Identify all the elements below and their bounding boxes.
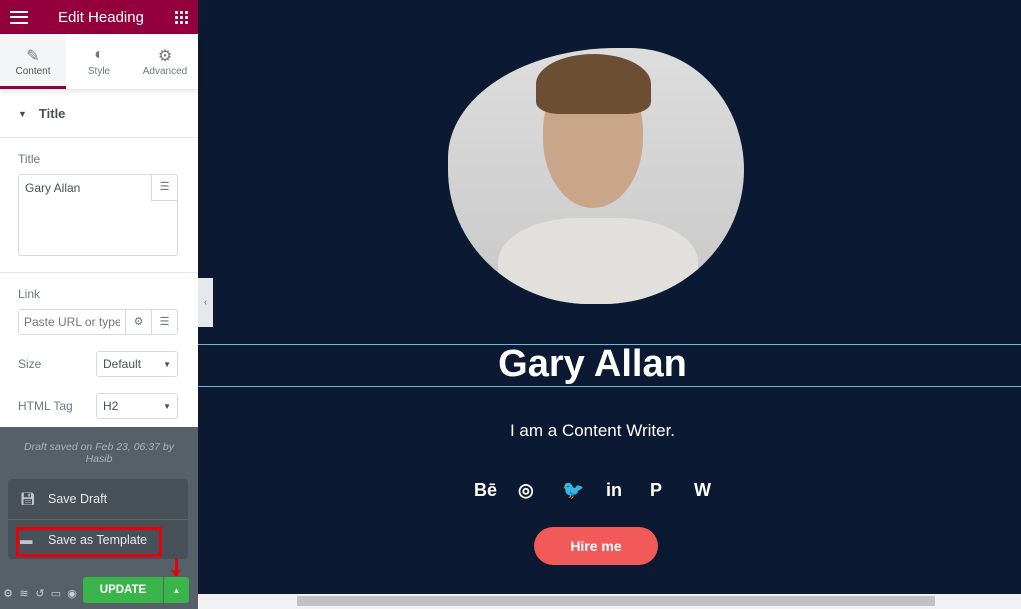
html-tag-select[interactable]: H2 ▼ bbox=[96, 393, 178, 419]
caret-down-icon: ▼ bbox=[18, 108, 27, 119]
size-label: Size bbox=[18, 357, 42, 371]
dribbble-icon[interactable]: ◎ bbox=[518, 480, 562, 501]
link-label: Link bbox=[18, 287, 41, 301]
dynamic-tags-icon[interactable]: ☰ bbox=[151, 175, 177, 201]
annotation-arrow bbox=[171, 558, 181, 577]
panel-title: Edit Heading bbox=[58, 8, 144, 26]
save-draft-item[interactable]: 💾︎ Save Draft bbox=[8, 479, 188, 519]
horizontal-scrollbar[interactable] bbox=[198, 594, 1021, 609]
gear-icon: ⚙ bbox=[157, 48, 173, 65]
tab-style[interactable]: ◐ Style bbox=[66, 34, 132, 89]
panel-header: Edit Heading bbox=[0, 0, 198, 34]
chevron-down-icon: ▼ bbox=[163, 401, 171, 411]
navigator-layers-icon[interactable]: ≋ bbox=[16, 587, 32, 600]
hire-me-button[interactable]: Hire me bbox=[534, 527, 658, 565]
floppy-disk-icon: 💾︎ bbox=[20, 491, 36, 506]
section-label: Title bbox=[38, 106, 66, 121]
scrollbar-thumb[interactable] bbox=[297, 596, 935, 606]
linkedin-icon[interactable]: in bbox=[606, 480, 650, 501]
html-tag-label: HTML Tag bbox=[18, 399, 73, 413]
collapse-panel-button[interactable]: ‹ bbox=[198, 278, 213, 327]
twitter-icon[interactable]: 🐦 bbox=[562, 480, 606, 501]
caret-up-icon: ▲ bbox=[172, 585, 181, 595]
size-select[interactable]: Default ▼ bbox=[96, 351, 178, 377]
social-icons: Bē ◎ 🐦 in P W bbox=[474, 480, 738, 501]
pinterest-icon[interactable]: P bbox=[650, 480, 694, 501]
wordpress-icon[interactable]: W bbox=[694, 480, 738, 501]
update-button[interactable]: UPDATE bbox=[83, 577, 163, 603]
tab-content[interactable]: ✎ Content bbox=[0, 34, 66, 89]
subtitle: I am a Content Writer. bbox=[509, 421, 676, 440]
tab-label: Content bbox=[15, 66, 51, 77]
preview-eye-icon[interactable]: ◉ bbox=[64, 587, 80, 600]
responsive-mode-icon[interactable]: ▭ bbox=[48, 587, 64, 600]
title-label: Title bbox=[18, 152, 41, 166]
heading-name[interactable]: Gary Allan bbox=[198, 343, 987, 386]
menu-icon[interactable] bbox=[10, 10, 28, 24]
tab-advanced[interactable]: ⚙ Advanced bbox=[132, 34, 198, 89]
title-textarea[interactable]: Gary Allan ☰ bbox=[18, 174, 178, 256]
chevron-down-icon: ▼ bbox=[163, 359, 171, 369]
dynamic-tags-icon[interactable]: ☰ bbox=[151, 310, 177, 334]
html-tag-value: H2 bbox=[103, 399, 119, 413]
size-value: Default bbox=[103, 357, 142, 371]
draft-status: Draft saved on Feb 23, 06:37 by Hasib bbox=[23, 441, 174, 465]
selection-outline-bottom bbox=[198, 386, 1021, 387]
link-input[interactable] bbox=[19, 310, 125, 334]
chevron-left-icon: ‹ bbox=[203, 297, 208, 308]
pencil-icon: ✎ bbox=[26, 48, 40, 65]
title-value: Gary Allan bbox=[25, 181, 81, 195]
section-title-toggle[interactable]: ▼ Title bbox=[0, 90, 198, 138]
settings-gear-icon[interactable]: ⚙ bbox=[0, 587, 16, 600]
behance-icon[interactable]: Bē bbox=[474, 480, 518, 501]
menu-label: Save Draft bbox=[48, 492, 108, 506]
link-options-gear-icon[interactable]: ⚙ bbox=[125, 310, 151, 334]
widgets-grid-icon[interactable] bbox=[174, 10, 188, 24]
contrast-icon: ◐ bbox=[94, 46, 104, 63]
tab-label: Advanced bbox=[142, 66, 188, 77]
tab-label: Style bbox=[87, 66, 111, 77]
history-icon[interactable]: ↺ bbox=[32, 587, 48, 600]
profile-photo bbox=[448, 48, 744, 304]
highlight-box bbox=[16, 527, 162, 557]
